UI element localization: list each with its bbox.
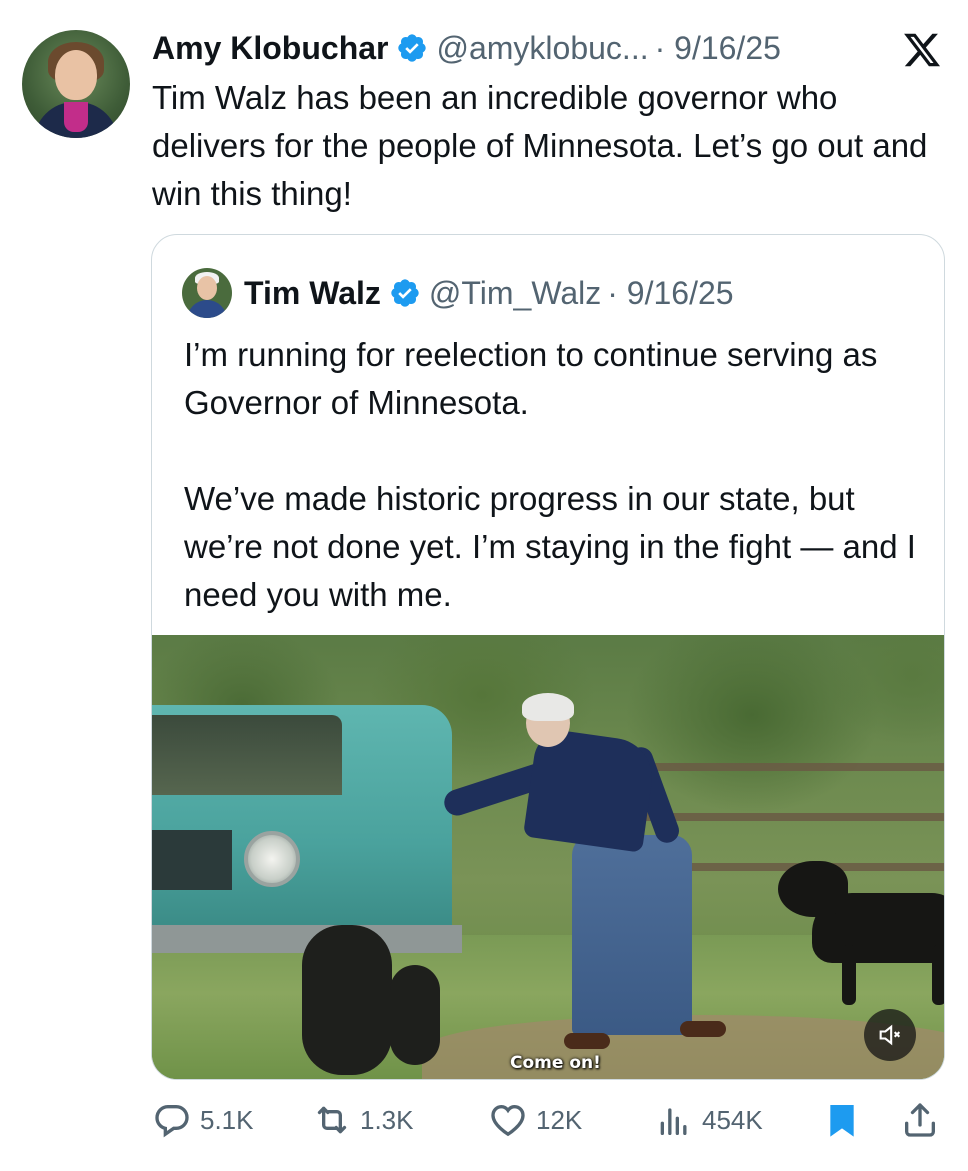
analytics-icon bbox=[660, 1108, 687, 1135]
author-handle[interactable]: @amyklobuc... bbox=[436, 30, 648, 67]
post-date[interactable]: · 9/16/25 bbox=[655, 30, 781, 67]
like-button[interactable]: 12K bbox=[488, 1100, 582, 1140]
quoted-post-text: I’m running for reelection to continue s… bbox=[184, 336, 916, 613]
dog-leg bbox=[932, 945, 944, 1005]
person-shoe bbox=[680, 1021, 726, 1037]
post: Amy Klobuchar @amyklobuc... · 9/16/25 Ti… bbox=[0, 0, 968, 1171]
video-player[interactable]: Come on! bbox=[152, 635, 944, 1079]
truck-wheel bbox=[390, 965, 440, 1065]
quoted-post-date[interactable]: · 9/16/25 bbox=[607, 275, 733, 312]
share-button[interactable] bbox=[900, 1100, 940, 1140]
bookmark-icon bbox=[830, 1105, 854, 1137]
person-shoe bbox=[564, 1033, 610, 1049]
action-bar: 5.1K 1.3K 12K 454K bbox=[152, 1096, 942, 1146]
dog-leg bbox=[842, 945, 856, 1005]
truck-grille bbox=[152, 830, 232, 890]
repost-count: 1.3K bbox=[360, 1104, 414, 1135]
video-caption: Come on! bbox=[510, 1053, 601, 1073]
view-count: 454K bbox=[702, 1104, 763, 1135]
repost-button[interactable]: 1.3K bbox=[312, 1100, 414, 1140]
comment-icon bbox=[155, 1105, 189, 1138]
quoted-header: Tim Walz @Tim_Walz · 9/16/25 bbox=[182, 265, 734, 321]
post-header: Amy Klobuchar @amyklobuc... · 9/16/25 bbox=[152, 26, 948, 70]
reply-count: 5.1K bbox=[200, 1104, 254, 1135]
author-name[interactable]: Amy Klobuchar bbox=[152, 30, 388, 67]
truck-wheel bbox=[302, 925, 392, 1075]
share-icon bbox=[905, 1103, 935, 1137]
bookmark-button[interactable] bbox=[822, 1100, 862, 1140]
repost-icon bbox=[317, 1106, 347, 1134]
heart-icon bbox=[491, 1104, 525, 1137]
verified-badge-icon bbox=[391, 279, 419, 307]
verified-badge-icon bbox=[398, 34, 427, 62]
person-hair bbox=[522, 693, 574, 721]
speaker-muted-icon bbox=[879, 1024, 901, 1046]
quoted-post[interactable]: Tim Walz @Tim_Walz · 9/16/25 I’m running… bbox=[151, 234, 945, 1080]
quoted-author-handle[interactable]: @Tim_Walz bbox=[429, 275, 601, 312]
author-avatar[interactable] bbox=[22, 30, 130, 138]
x-logo-icon bbox=[904, 33, 941, 67]
like-count: 12K bbox=[536, 1104, 583, 1135]
post-text: Tim Walz has been an incredible governor… bbox=[152, 79, 928, 212]
quoted-author-name[interactable]: Tim Walz bbox=[244, 275, 381, 312]
person-legs bbox=[572, 835, 692, 1035]
views-button[interactable]: 454K bbox=[654, 1100, 763, 1140]
dog-head bbox=[778, 861, 848, 917]
reply-button[interactable]: 5.1K bbox=[152, 1100, 254, 1140]
truck-window bbox=[152, 715, 342, 795]
unmute-button[interactable] bbox=[864, 1009, 916, 1061]
truck-headlight bbox=[244, 831, 300, 887]
quoted-author-avatar[interactable] bbox=[182, 268, 232, 318]
